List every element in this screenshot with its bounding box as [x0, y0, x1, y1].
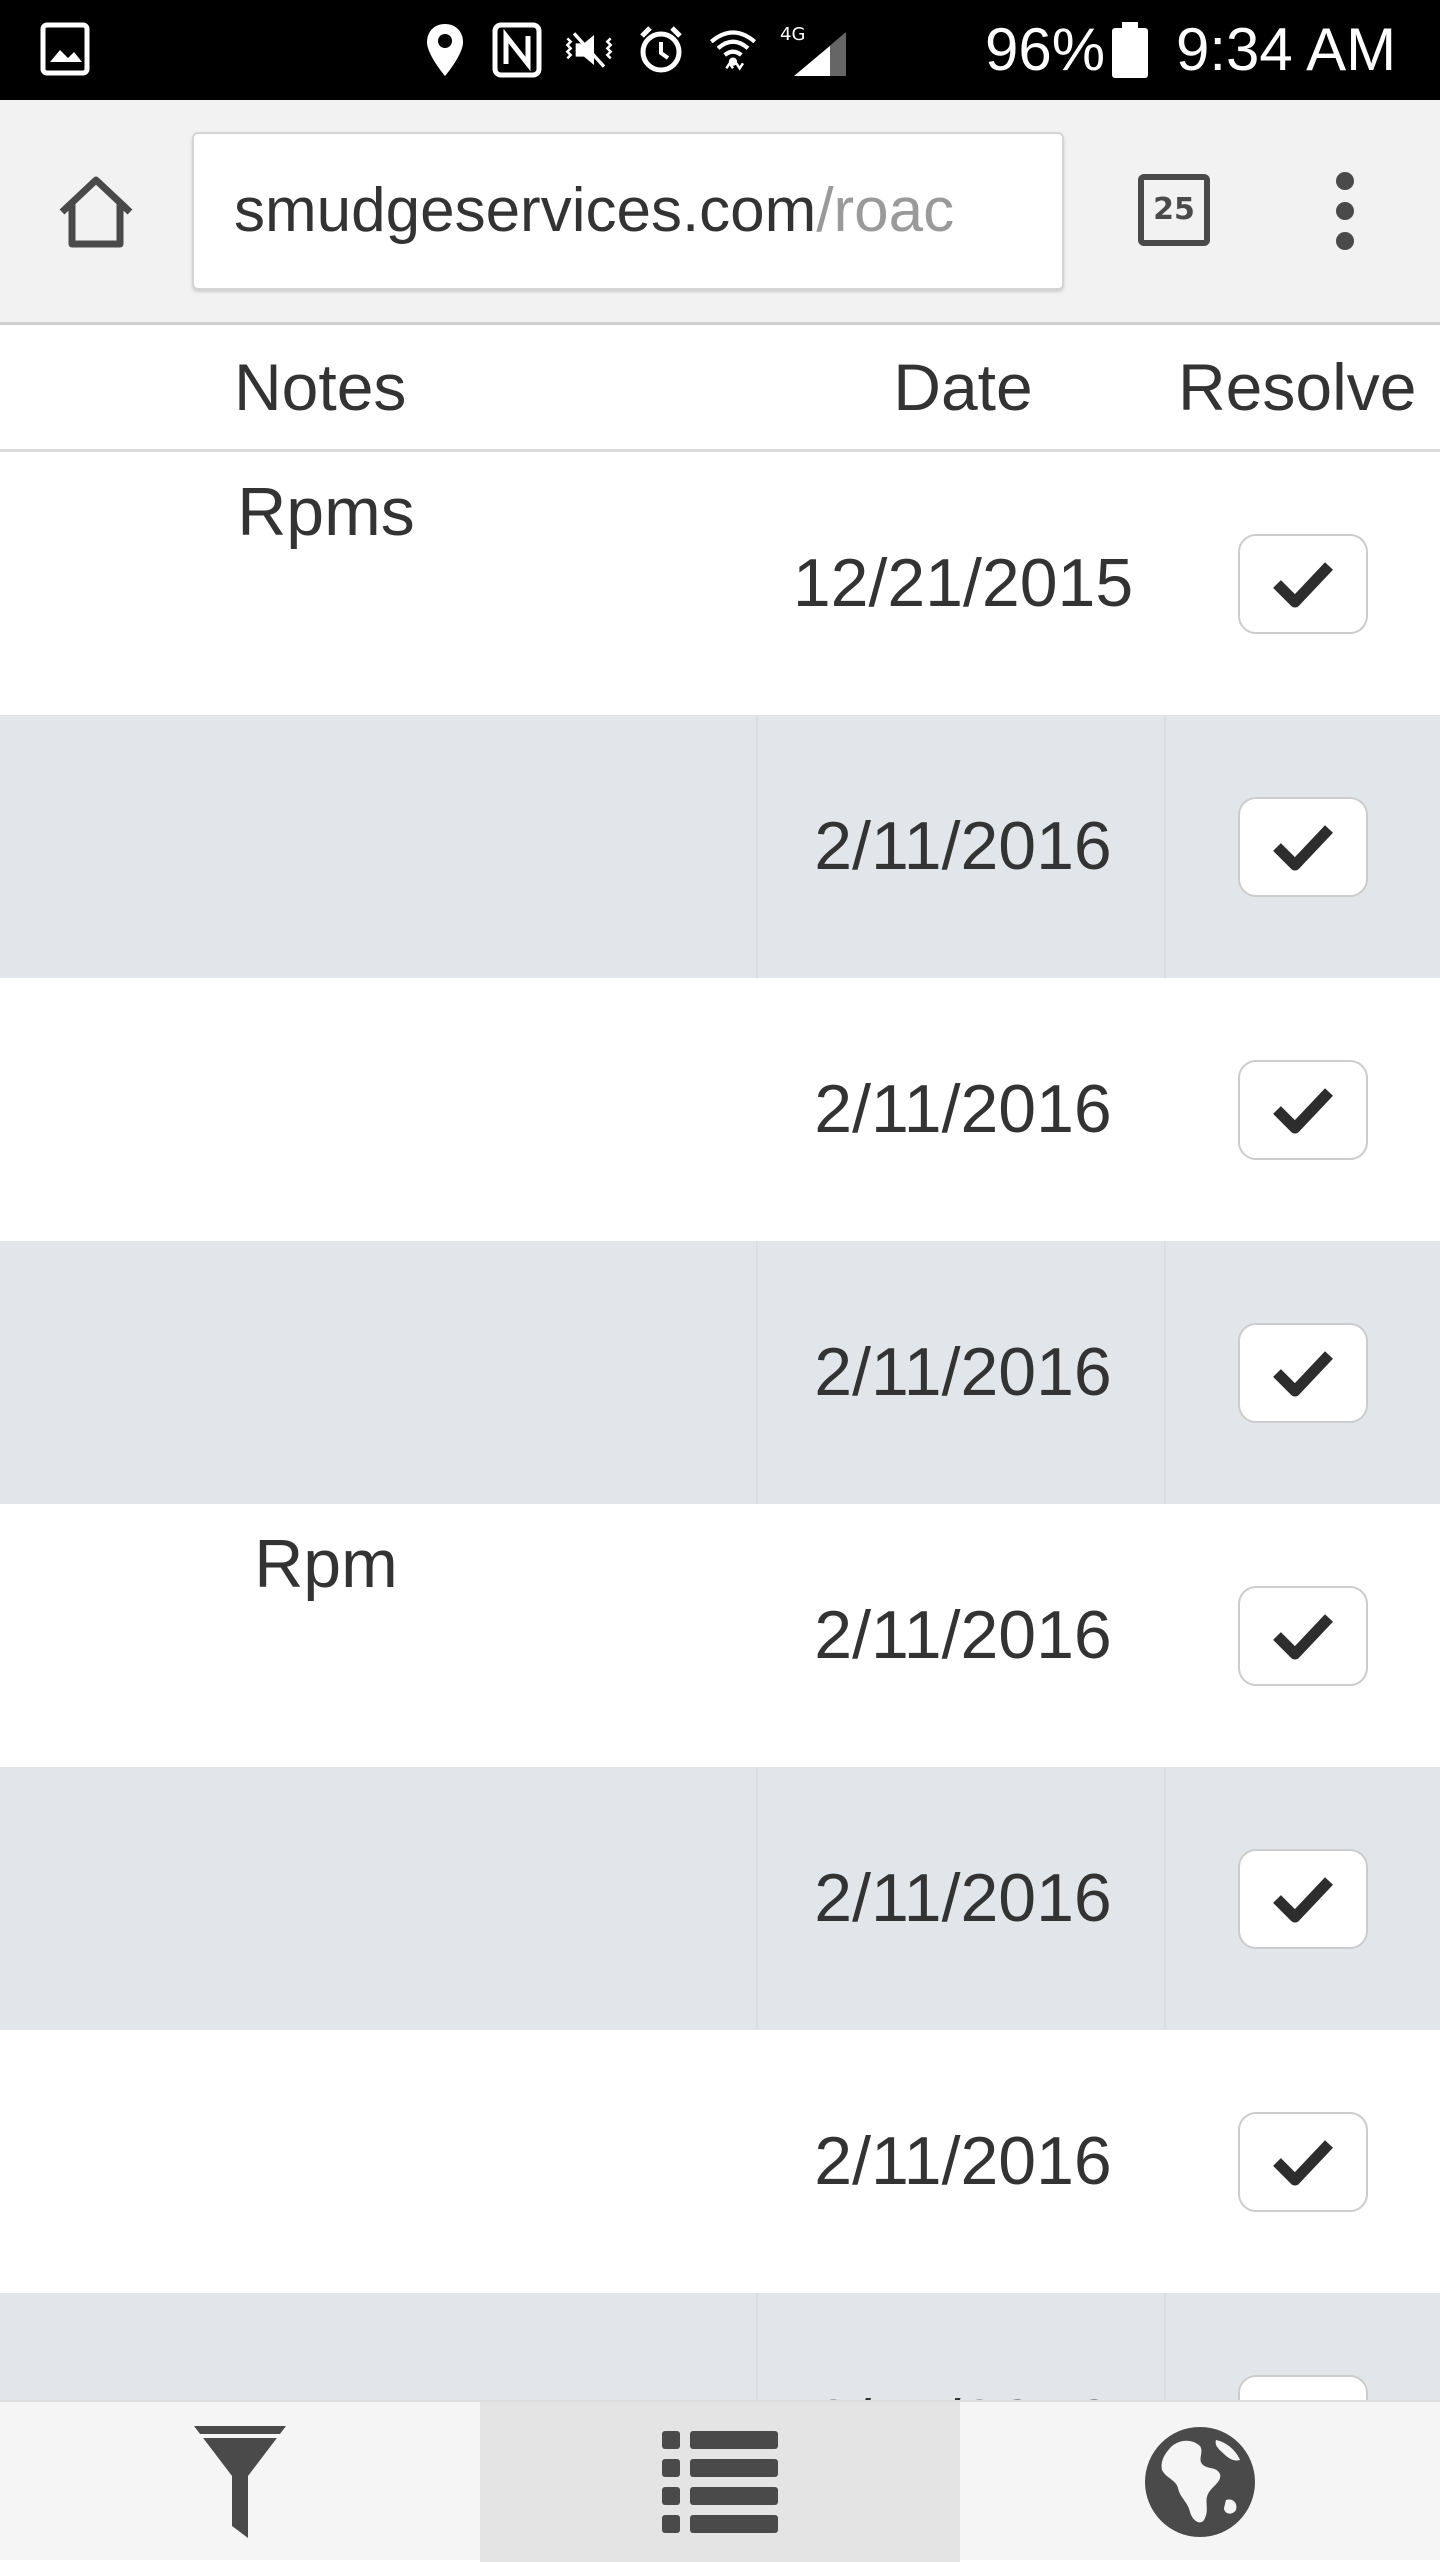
resolve-checkbox[interactable]	[1238, 534, 1368, 634]
row-notes: Rpms	[237, 474, 415, 550]
status-icons: 4G	[420, 18, 850, 82]
cell-divider	[756, 1241, 758, 1504]
resolve-checkbox[interactable]	[1238, 1060, 1368, 1160]
signal-4g-icon: 4G	[780, 24, 846, 76]
home-icon[interactable]	[54, 170, 138, 254]
check-icon	[1273, 2140, 1333, 2186]
row-date: 12/21/2015	[792, 545, 1134, 621]
check-icon	[1273, 1877, 1333, 1923]
check-icon	[1273, 1088, 1333, 1134]
resolve-checkbox[interactable]	[1238, 797, 1368, 897]
table-row: Rpms 12/21/2015	[0, 452, 1440, 715]
table-row: 2/11/2016	[0, 2293, 1440, 2402]
globe-icon	[1145, 2427, 1255, 2537]
table-row: 2/11/2016	[0, 1241, 1440, 1504]
nfc-icon	[492, 22, 542, 78]
row-date: 2/11/2016	[814, 1071, 1112, 1147]
clock: 9:34 AM	[1176, 16, 1397, 83]
overflow-menu-button[interactable]	[1310, 166, 1380, 256]
svg-text:4G: 4G	[780, 24, 805, 45]
table-row: 2/11/2016	[0, 1767, 1440, 2030]
column-header-date[interactable]: Date	[760, 325, 1166, 449]
table-row: 2/11/2016	[0, 978, 1440, 1241]
resolve-checkbox[interactable]	[1238, 1323, 1368, 1423]
row-notes: Rpm	[254, 1526, 398, 1602]
resolve-checkbox[interactable]	[1238, 2112, 1368, 2212]
table-row: Rpm 2/11/2016	[0, 1504, 1440, 1767]
bottom-navigation	[0, 2400, 1440, 2562]
menu-dot	[1336, 172, 1354, 190]
cell-divider	[756, 1767, 758, 2030]
battery-icon	[1112, 22, 1148, 78]
alarm-icon	[640, 26, 682, 73]
cell-divider	[756, 2293, 758, 2402]
nav-list-button[interactable]	[480, 2402, 960, 2562]
nav-globe-button[interactable]	[960, 2402, 1440, 2562]
column-header-notes[interactable]: Notes	[234, 325, 406, 449]
check-icon	[1273, 1614, 1333, 1660]
resolve-checkbox[interactable]	[1238, 1849, 1368, 1949]
column-header-resolve[interactable]: Resolve	[1178, 325, 1416, 449]
menu-dot	[1336, 232, 1354, 250]
resolve-checkbox[interactable]	[1238, 1586, 1368, 1686]
battery-percentage: 96%	[985, 16, 1106, 83]
tab-switcher-icon: 25	[1138, 174, 1210, 246]
url-bar[interactable]: smudgeservices.com/roac	[192, 132, 1064, 290]
list-icon	[662, 2431, 778, 2533]
gallery-icon	[40, 22, 90, 76]
row-date: 2/11/2016	[760, 2293, 1166, 2402]
row-date: 2/11/2016	[814, 1334, 1112, 1410]
table-row: 2/11/2016	[0, 2030, 1440, 2293]
nav-filter-button[interactable]	[0, 2402, 480, 2562]
row-date: 2/11/2016	[814, 2123, 1112, 2199]
url-fade	[982, 134, 1062, 288]
filter-icon	[194, 2426, 286, 2538]
tab-switcher-button[interactable]: 25	[1136, 172, 1216, 252]
check-icon	[1273, 825, 1333, 871]
check-icon	[1273, 1351, 1333, 1397]
table-header: Notes Date Resolve	[0, 325, 1440, 452]
table-body: Rpms 12/21/2015 2/11/2016 2/11/2016 2/11…	[0, 452, 1440, 2402]
cell-divider	[756, 715, 758, 978]
row-date: 2/11/2016	[814, 808, 1112, 884]
row-date: 2/11/2016	[814, 1597, 1112, 1673]
resolve-checkbox[interactable]	[1238, 2375, 1368, 2402]
row-date: 2/11/2016	[814, 1860, 1112, 1936]
check-icon	[1273, 562, 1333, 608]
url-path: /roac	[816, 176, 955, 245]
location-icon	[427, 24, 463, 76]
wifi-icon	[709, 30, 757, 71]
tab-count: 25	[1153, 192, 1195, 227]
browser-toolbar: smudgeservices.com/roac 25	[0, 100, 1440, 325]
vibrate-icon	[565, 32, 613, 68]
table-row: 2/11/2016	[0, 715, 1440, 978]
menu-dot	[1336, 202, 1354, 220]
status-bar: 4G 96% 9:34 AM	[0, 0, 1440, 100]
url-domain: smudgeservices.com	[234, 176, 817, 245]
